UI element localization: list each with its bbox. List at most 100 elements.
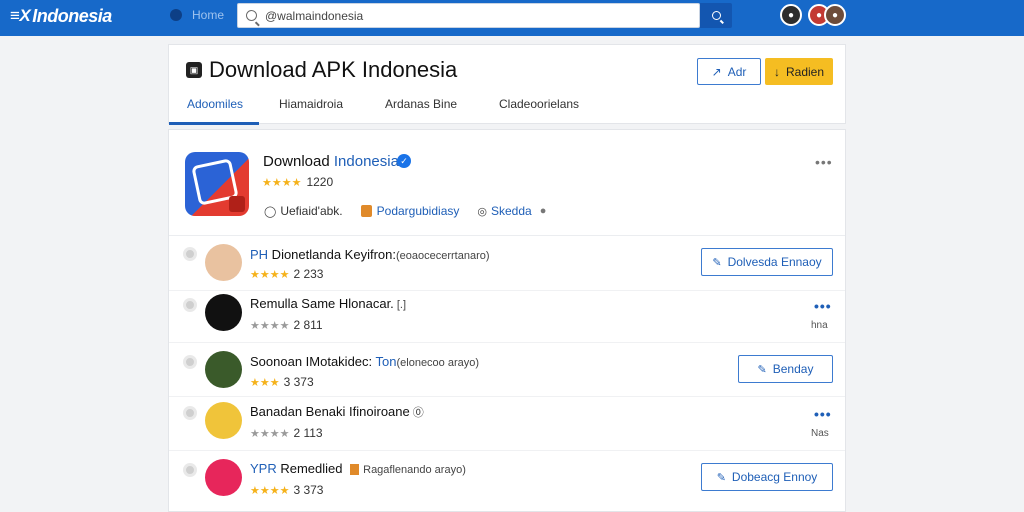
row-thumbnail[interactable]: [205, 294, 242, 331]
row-more-icon[interactable]: •••: [814, 298, 832, 314]
search-input[interactable]: [265, 8, 665, 23]
verified-icon: ✓: [397, 154, 411, 168]
row-title[interactable]: Banadan Benaki Ifinoiroane ⓪: [250, 404, 424, 420]
row-title-suffix: (eoaocecerrtanaro): [395, 250, 490, 262]
app-list-card: Download Indonesia ✓ ••• ★★★★ 1220 ◯ Uef…: [168, 129, 846, 512]
top-bar: ≡X Indonesia Home ● ● ●: [0, 0, 1024, 36]
row-title[interactable]: Soonoan IMotakidec: Ton(elonecoo arayo): [250, 354, 479, 369]
row-title-suffix: Ragaflenando arayo): [363, 464, 466, 476]
page-title: Download APK Indonesia: [209, 57, 458, 82]
divider: [169, 235, 845, 236]
row-stars: ★★★★: [250, 319, 290, 332]
tab-3[interactable]: Ardanas Bine: [385, 97, 457, 111]
search-box: [237, 3, 700, 28]
globe-icon: ◎: [477, 205, 487, 218]
home-label: Home: [192, 8, 225, 22]
meta-2[interactable]: Podargubidiasy: [377, 204, 460, 218]
row-title-prefix: PH: [250, 247, 269, 262]
row-title[interactable]: YPR Remedlied Ragaflenando arayo): [250, 461, 466, 476]
row-rating: ★★★★ 2 811: [250, 318, 323, 332]
add-button[interactable]: ↗ Adr: [697, 58, 761, 85]
pen-icon: ✎: [712, 256, 722, 269]
row-rating: ★★★★ 2 113: [250, 426, 323, 440]
row-action-button[interactable]: ✎ Dolvesda Ennaoy: [701, 248, 833, 276]
row-title-text: Remedlied: [276, 461, 343, 476]
row-stars: ★★★: [250, 376, 280, 389]
row-rating: ★★★★ 2 233: [250, 267, 323, 281]
search-icon: [246, 10, 257, 21]
add-button-label: Adr: [727, 64, 747, 79]
pen-icon: ✎: [757, 363, 767, 376]
app-name-prefix: Download: [263, 153, 334, 170]
row-count: 2 233: [293, 267, 324, 281]
row-thumbnail[interactable]: [205, 402, 242, 439]
row-more-icon[interactable]: •••: [814, 406, 832, 422]
divider: [169, 290, 845, 291]
row-title-suffix: ⓪: [409, 407, 424, 419]
app-badge-icon: ▣: [186, 62, 202, 78]
rating-stars: ★★★★: [262, 176, 302, 189]
row-radio[interactable]: [183, 247, 197, 261]
avatar[interactable]: ●: [824, 4, 846, 26]
row-count: 3 373: [293, 483, 324, 497]
tab-4[interactable]: Cladeoorielans: [499, 97, 579, 111]
logo-mark: ≡X: [10, 6, 31, 25]
app-rating: ★★★★ 1220: [262, 175, 333, 189]
row-radio[interactable]: [183, 298, 197, 312]
bag-icon: [350, 464, 360, 476]
row-radio[interactable]: [183, 406, 197, 420]
more-options-icon[interactable]: •••: [815, 154, 833, 170]
row-title-text: Banadan Benaki Ifinoiroane: [250, 404, 410, 419]
search-button[interactable]: [700, 3, 732, 28]
pen-icon: ↗: [711, 64, 722, 79]
home-icon: [170, 9, 182, 21]
row-action-button[interactable]: ✎ Benday: [738, 355, 833, 383]
active-tab-indicator: [169, 122, 259, 125]
download-icon: ↓: [773, 64, 780, 79]
row-radio[interactable]: [183, 463, 197, 477]
row-thumbnail[interactable]: [205, 351, 242, 388]
avatar[interactable]: ●: [780, 4, 802, 26]
divider: [169, 450, 845, 451]
meta-3[interactable]: Skedda: [491, 204, 532, 218]
primary-button[interactable]: ↓ Radien: [765, 58, 833, 85]
row-count: 2 811: [293, 318, 323, 332]
row-count: 2 113: [293, 426, 323, 440]
bag-icon: [360, 205, 372, 217]
row-rating: ★★★ 3 373: [250, 375, 314, 389]
search-submit-icon: [711, 11, 721, 20]
pen-icon: ✎: [716, 471, 726, 484]
app-meta: ◯ Uefiaid'abk. Podargubidiasy ◎ Skedda ●: [264, 204, 550, 218]
tab-2[interactable]: Hiamaidroia: [279, 97, 343, 111]
row-stars: ★★★★: [250, 427, 290, 440]
rating-count: 1220: [306, 175, 334, 189]
tab-1[interactable]: Adoomiles: [187, 97, 243, 111]
row-thumbnail[interactable]: [205, 459, 242, 496]
home-link[interactable]: Home: [170, 8, 224, 22]
tab-bar: Adoomiles Hiamaidroia Ardanas Bine Clade…: [169, 93, 847, 125]
row-stars: ★★★★: [250, 268, 290, 281]
row-stars: ★★★★: [250, 484, 290, 497]
meta-1: Uefiaid'abk.: [280, 204, 343, 218]
app-name[interactable]: Download Indonesia: [263, 153, 399, 170]
app-icon[interactable]: [185, 152, 249, 216]
divider: [169, 342, 845, 343]
row-title[interactable]: PH Dionetlanda Keyifron:(eoaocecerrtanar…: [250, 247, 490, 262]
row-count: 3 373: [283, 375, 314, 389]
row-thumbnail[interactable]: [205, 244, 242, 281]
row-action-button[interactable]: ✎ Dobeacg Ennoy: [701, 463, 833, 491]
site-logo[interactable]: ≡X Indonesia: [10, 5, 112, 27]
row-button-label: Dobeacg Ennoy: [731, 470, 818, 484]
mic-icon: ●: [539, 205, 547, 217]
row-meta: hna: [811, 320, 828, 331]
row-meta: Nas: [811, 428, 829, 439]
row-title[interactable]: Remulla Same Hlonacar. [.]: [250, 296, 406, 311]
row-radio[interactable]: [183, 355, 197, 369]
primary-button-label: Radien: [785, 64, 825, 79]
row-title-highlight: Ton: [375, 354, 397, 369]
row-rating: ★★★★ 3 373: [250, 483, 323, 497]
row-button-label: Dolvesda Ennaoy: [727, 255, 822, 269]
row-title-suffix: (elonecoo arayo): [396, 357, 480, 369]
row-title-prefix: YPR: [250, 461, 277, 476]
location-icon: ◯: [264, 205, 277, 218]
